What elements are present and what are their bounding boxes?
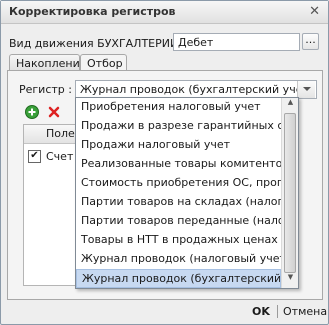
movement-field[interactable]: Дебет [173, 33, 300, 51]
close-icon[interactable]: ✕ [309, 4, 320, 19]
movement-value: Дебет [178, 36, 214, 49]
register-value: Журнал проводок (бухгалтерский учет) [80, 83, 314, 96]
footer-separator [277, 305, 278, 318]
dropdown-item[interactable]: Реализованные товары комитентов [76, 155, 281, 174]
scroll-up-icon[interactable]: ▲ [282, 98, 298, 113]
scroll-down-icon[interactable]: ▼ [282, 273, 298, 288]
dropdown-item[interactable]: Продажи в разрезе гарантийных сроко... [76, 117, 281, 136]
dropdown-item[interactable]: Продажи налоговый учет [76, 136, 281, 155]
ok-button[interactable]: OK [252, 305, 270, 318]
row-checkbox[interactable]: ✔ [28, 150, 41, 163]
red-x-icon [48, 106, 60, 118]
register-dropdown-button[interactable] [297, 81, 315, 98]
dropdown-item[interactable]: Товары в НТТ в продажных ценах (нал... [76, 231, 281, 250]
cancel-button[interactable]: Отмена [283, 305, 327, 318]
movement-label: Вид движения БУХГАЛТЕРИИ: [9, 37, 182, 50]
scroll-thumb[interactable] [284, 113, 296, 273]
dropdown-item[interactable]: Журнал проводок (налоговый учет) [76, 250, 281, 269]
title-bar[interactable]: Корректировка регистров ✕ [1, 1, 328, 24]
register-label: Регистр : [19, 83, 72, 96]
plus-circle-icon [25, 105, 39, 119]
dropdown-item[interactable]: Партии товаров переданные (налоговы... [76, 212, 281, 231]
dropdown-item[interactable]: Стоимость приобретения ОС, пропорци... [76, 174, 281, 193]
dropdown-item-selected[interactable]: Журнал проводок (бухгалтерский учет) [76, 269, 281, 288]
dropdown-scrollbar[interactable]: ▲ ▼ [281, 98, 298, 288]
movement-select-button[interactable]: ... [302, 33, 319, 50]
chevron-down-icon [302, 87, 311, 91]
dropdown-item[interactable]: Приобретения налоговый учет [76, 98, 281, 117]
column-header-field[interactable]: Поле [46, 127, 75, 140]
delete-row-button[interactable] [47, 105, 61, 119]
dropdown-item[interactable]: Партии товаров на складах (налоговы... [76, 193, 281, 212]
register-dropdown-list[interactable]: Приобретения налоговый учет Продажи в ра… [75, 97, 299, 289]
tab-nakopleniya[interactable]: Накопления [9, 54, 86, 71]
dialog-window: Корректировка регистров ✕ Вид движения Б… [0, 0, 329, 325]
window-title: Корректировка регистров [9, 5, 176, 18]
add-row-button[interactable] [25, 105, 39, 119]
row-field-value: Счет [46, 150, 74, 163]
